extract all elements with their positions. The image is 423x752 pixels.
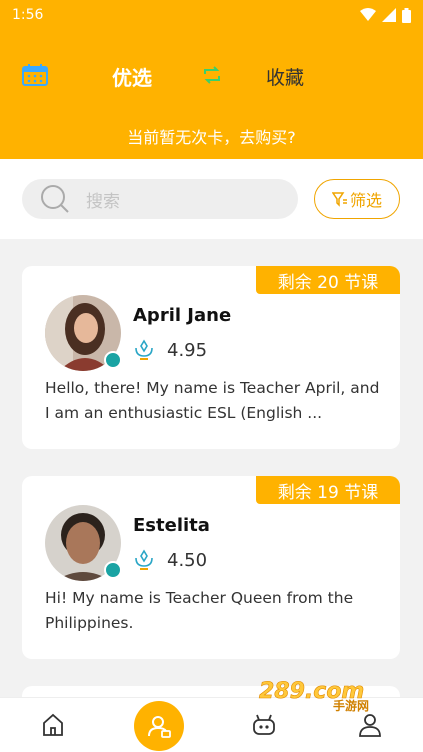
filter-icon <box>331 192 347 207</box>
rating-icon <box>135 339 153 360</box>
battery-icon <box>402 7 411 23</box>
teacher-card[interactable]: 剩余 19 节课 Estelita 4.50 Hi! My name is Te… <box>22 476 400 659</box>
profile-icon[interactable] <box>357 712 383 738</box>
teacher-rating: 4.50 <box>167 550 208 571</box>
filter-button[interactable]: 筛选 <box>314 179 400 219</box>
teacher-name: Estelita <box>133 515 210 536</box>
wifi-icon <box>360 8 376 21</box>
search-placeholder: 搜索 <box>86 191 120 212</box>
teacher-rating: 4.95 <box>167 340 208 361</box>
search-input[interactable]: 搜索 <box>22 179 298 219</box>
teacher-name: April Jane <box>133 305 232 326</box>
tab-featured[interactable]: 优选 <box>112 62 152 91</box>
filter-label: 筛选 <box>349 191 382 210</box>
rating-icon <box>135 549 153 570</box>
online-status-icon <box>104 561 122 579</box>
teacher-intro: Hello, there! My name is Teacher April, … <box>45 379 380 422</box>
teacher-tab-button[interactable] <box>134 701 184 751</box>
home-icon[interactable] <box>40 712 66 738</box>
status-time: 1:56 <box>12 7 44 23</box>
tab-favorites[interactable]: 收藏 <box>266 63 304 90</box>
app-header: 优选 收藏 当前暂无次卡，去购买? <box>0 30 423 159</box>
site-watermark-logo: 289.com 手游网 <box>259 679 369 712</box>
lessons-left-badge: 剩余 19 节课 <box>256 476 400 504</box>
teacher-icon <box>148 716 171 738</box>
status-icons <box>360 7 411 23</box>
teacher-card[interactable]: 剩余 20 节课 April Jane 4.95 Hello, there! M… <box>22 266 400 449</box>
svg-text:手游网: 手游网 <box>333 698 369 712</box>
robot-icon[interactable] <box>251 712 277 738</box>
calendar-icon[interactable] <box>22 64 48 86</box>
swap-icon[interactable] <box>202 66 222 84</box>
signal-icon <box>382 8 396 22</box>
status-bar: 1:56 <box>0 0 423 30</box>
search-icon <box>41 185 69 213</box>
online-status-icon <box>104 351 122 369</box>
teacher-intro: Hi! My name is Teacher Queen from the Ph… <box>45 589 354 632</box>
search-bar: 搜索 筛选 <box>0 159 423 239</box>
lessons-left-badge: 剩余 20 节课 <box>256 266 400 294</box>
buy-card-hint[interactable]: 当前暂无次卡，去购买? <box>0 124 423 148</box>
